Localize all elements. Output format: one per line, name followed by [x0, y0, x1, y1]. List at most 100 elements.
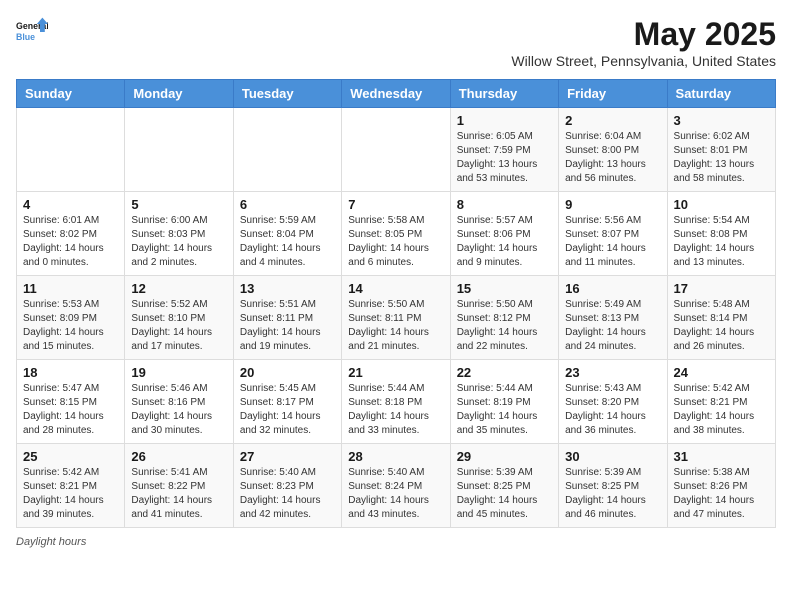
- day-detail: Sunrise: 5:49 AM Sunset: 8:13 PM Dayligh…: [565, 298, 660, 354]
- day-number: 16: [565, 281, 660, 296]
- day-number: 27: [240, 449, 335, 464]
- day-detail: Sunrise: 6:01 AM Sunset: 8:02 PM Dayligh…: [23, 214, 118, 270]
- calendar-day-cell: 20 Sunrise: 5:45 AM Sunset: 8:17 PM Dayli…: [233, 360, 341, 444]
- day-number: 9: [565, 197, 660, 212]
- calendar-day-cell: 24 Sunrise: 5:42 AM Sunset: 8:21 PM Dayli…: [667, 360, 775, 444]
- day-detail: Sunrise: 5:54 AM Sunset: 8:08 PM Dayligh…: [674, 214, 769, 270]
- calendar-header-row: SundayMondayTuesdayWednesdayThursdayFrid…: [17, 80, 776, 108]
- day-number: 10: [674, 197, 769, 212]
- calendar-day-cell: 18 Sunrise: 5:47 AM Sunset: 8:15 PM Dayli…: [17, 360, 125, 444]
- day-number: 7: [348, 197, 443, 212]
- day-detail: Sunrise: 5:43 AM Sunset: 8:20 PM Dayligh…: [565, 382, 660, 438]
- calendar-day-cell: 5Sunrise: 6:00 AM Sunset: 8:03 PM Daylig…: [125, 192, 233, 276]
- day-detail: Sunrise: 5:42 AM Sunset: 8:21 PM Dayligh…: [674, 382, 769, 438]
- day-number: 6: [240, 197, 335, 212]
- calendar-week-row: 4Sunrise: 6:01 AM Sunset: 8:02 PM Daylig…: [17, 192, 776, 276]
- calendar-day-cell: 4Sunrise: 6:01 AM Sunset: 8:02 PM Daylig…: [17, 192, 125, 276]
- svg-text:Blue: Blue: [16, 32, 35, 42]
- day-detail: Sunrise: 5:50 AM Sunset: 8:11 PM Dayligh…: [348, 298, 443, 354]
- day-number: 8: [457, 197, 552, 212]
- day-detail: Sunrise: 5:39 AM Sunset: 8:25 PM Dayligh…: [457, 466, 552, 522]
- day-detail: Sunrise: 5:40 AM Sunset: 8:24 PM Dayligh…: [348, 466, 443, 522]
- subtitle: Willow Street, Pennsylvania, United Stat…: [511, 53, 776, 69]
- calendar-week-row: 18 Sunrise: 5:47 AM Sunset: 8:15 PM Dayli…: [17, 360, 776, 444]
- day-detail: Sunrise: 5:39 AM Sunset: 8:25 PM Dayligh…: [565, 466, 660, 522]
- day-number: 23: [565, 365, 660, 380]
- calendar-week-row: 1Sunrise: 6:05 AM Sunset: 7:59 PM Daylig…: [17, 108, 776, 192]
- day-detail: Sunrise: 5:57 AM Sunset: 8:06 PM Dayligh…: [457, 214, 552, 270]
- day-detail: Sunrise: 5:44 AM Sunset: 8:18 PM Dayligh…: [348, 382, 443, 438]
- day-number: 14: [348, 281, 443, 296]
- calendar-day-header: Tuesday: [233, 80, 341, 108]
- day-number: 13: [240, 281, 335, 296]
- calendar-day-cell: [233, 108, 341, 192]
- day-number: 3: [674, 113, 769, 128]
- calendar-day-cell: 10 Sunrise: 5:54 AM Sunset: 8:08 PM Dayli…: [667, 192, 775, 276]
- day-detail: Sunrise: 5:51 AM Sunset: 8:11 PM Dayligh…: [240, 298, 335, 354]
- day-detail: Sunrise: 5:44 AM Sunset: 8:19 PM Dayligh…: [457, 382, 552, 438]
- day-number: 12: [131, 281, 226, 296]
- calendar-day-cell: 27Sunrise: 5:40 AM Sunset: 8:23 PM Dayli…: [233, 444, 341, 528]
- day-detail: Sunrise: 5:47 AM Sunset: 8:15 PM Dayligh…: [23, 382, 118, 438]
- day-detail: Sunrise: 6:00 AM Sunset: 8:03 PM Dayligh…: [131, 214, 226, 270]
- calendar-day-cell: 1Sunrise: 6:05 AM Sunset: 7:59 PM Daylig…: [450, 108, 558, 192]
- day-number: 25: [23, 449, 118, 464]
- calendar-day-cell: 13 Sunrise: 5:51 AM Sunset: 8:11 PM Dayli…: [233, 276, 341, 360]
- day-detail: Sunrise: 5:48 AM Sunset: 8:14 PM Dayligh…: [674, 298, 769, 354]
- calendar-day-cell: 11 Sunrise: 5:53 AM Sunset: 8:09 PM Dayli…: [17, 276, 125, 360]
- day-detail: Sunrise: 5:58 AM Sunset: 8:05 PM Dayligh…: [348, 214, 443, 270]
- title-block: May 2025 Willow Street, Pennsylvania, Un…: [511, 16, 776, 69]
- day-detail: Sunrise: 6:04 AM Sunset: 8:00 PM Dayligh…: [565, 130, 660, 186]
- day-detail: Sunrise: 5:42 AM Sunset: 8:21 PM Dayligh…: [23, 466, 118, 522]
- calendar-table: SundayMondayTuesdayWednesdayThursdayFrid…: [16, 79, 776, 528]
- calendar-day-cell: [342, 108, 450, 192]
- calendar-day-cell: 19Sunrise: 5:46 AM Sunset: 8:16 PM Dayli…: [125, 360, 233, 444]
- day-number: 21: [348, 365, 443, 380]
- calendar-day-cell: 3 Sunrise: 6:02 AM Sunset: 8:01 PM Daylig…: [667, 108, 775, 192]
- day-number: 15: [457, 281, 552, 296]
- day-number: 24: [674, 365, 769, 380]
- day-detail: Sunrise: 6:05 AM Sunset: 7:59 PM Dayligh…: [457, 130, 552, 186]
- calendar-day-header: Monday: [125, 80, 233, 108]
- day-number: 20: [240, 365, 335, 380]
- calendar-day-cell: 17 Sunrise: 5:48 AM Sunset: 8:14 PM Dayli…: [667, 276, 775, 360]
- calendar-day-cell: 28Sunrise: 5:40 AM Sunset: 8:24 PM Dayli…: [342, 444, 450, 528]
- day-number: 26: [131, 449, 226, 464]
- calendar-day-cell: 9 Sunrise: 5:56 AM Sunset: 8:07 PM Daylig…: [559, 192, 667, 276]
- day-detail: Sunrise: 5:52 AM Sunset: 8:10 PM Dayligh…: [131, 298, 226, 354]
- calendar-day-cell: 23 Sunrise: 5:43 AM Sunset: 8:20 PM Dayli…: [559, 360, 667, 444]
- main-title: May 2025: [511, 16, 776, 53]
- calendar-day-cell: 31 Sunrise: 5:38 AM Sunset: 8:26 PM Dayli…: [667, 444, 775, 528]
- day-detail: Sunrise: 5:56 AM Sunset: 8:07 PM Dayligh…: [565, 214, 660, 270]
- calendar-footer: Daylight hours: [16, 536, 776, 548]
- day-number: 17: [674, 281, 769, 296]
- day-number: 31: [674, 449, 769, 464]
- day-detail: Sunrise: 5:41 AM Sunset: 8:22 PM Dayligh…: [131, 466, 226, 522]
- day-detail: Sunrise: 6:02 AM Sunset: 8:01 PM Dayligh…: [674, 130, 769, 186]
- day-number: 2: [565, 113, 660, 128]
- day-number: 30: [565, 449, 660, 464]
- day-detail: Sunrise: 5:46 AM Sunset: 8:16 PM Dayligh…: [131, 382, 226, 438]
- calendar-day-cell: [125, 108, 233, 192]
- calendar-day-header: Sunday: [17, 80, 125, 108]
- page-header: General Blue May 2025 Willow Street, Pen…: [16, 16, 776, 69]
- calendar-day-header: Thursday: [450, 80, 558, 108]
- logo: General Blue: [16, 16, 48, 48]
- calendar-day-cell: 15Sunrise: 5:50 AM Sunset: 8:12 PM Dayli…: [450, 276, 558, 360]
- calendar-day-cell: [17, 108, 125, 192]
- calendar-day-cell: 30 Sunrise: 5:39 AM Sunset: 8:25 PM Dayli…: [559, 444, 667, 528]
- day-number: 11: [23, 281, 118, 296]
- calendar-day-cell: 6Sunrise: 5:59 AM Sunset: 8:04 PM Daylig…: [233, 192, 341, 276]
- calendar-week-row: 11 Sunrise: 5:53 AM Sunset: 8:09 PM Dayli…: [17, 276, 776, 360]
- day-number: 29: [457, 449, 552, 464]
- day-detail: Sunrise: 5:45 AM Sunset: 8:17 PM Dayligh…: [240, 382, 335, 438]
- calendar-day-cell: 8 Sunrise: 5:57 AM Sunset: 8:06 PM Daylig…: [450, 192, 558, 276]
- day-detail: Sunrise: 5:38 AM Sunset: 8:26 PM Dayligh…: [674, 466, 769, 522]
- calendar-day-header: Wednesday: [342, 80, 450, 108]
- calendar-day-cell: 22 Sunrise: 5:44 AM Sunset: 8:19 PM Dayli…: [450, 360, 558, 444]
- calendar-day-cell: 21 Sunrise: 5:44 AM Sunset: 8:18 PM Dayli…: [342, 360, 450, 444]
- day-number: 18: [23, 365, 118, 380]
- day-detail: Sunrise: 5:53 AM Sunset: 8:09 PM Dayligh…: [23, 298, 118, 354]
- footer-label: Daylight hours: [16, 536, 86, 548]
- day-number: 22: [457, 365, 552, 380]
